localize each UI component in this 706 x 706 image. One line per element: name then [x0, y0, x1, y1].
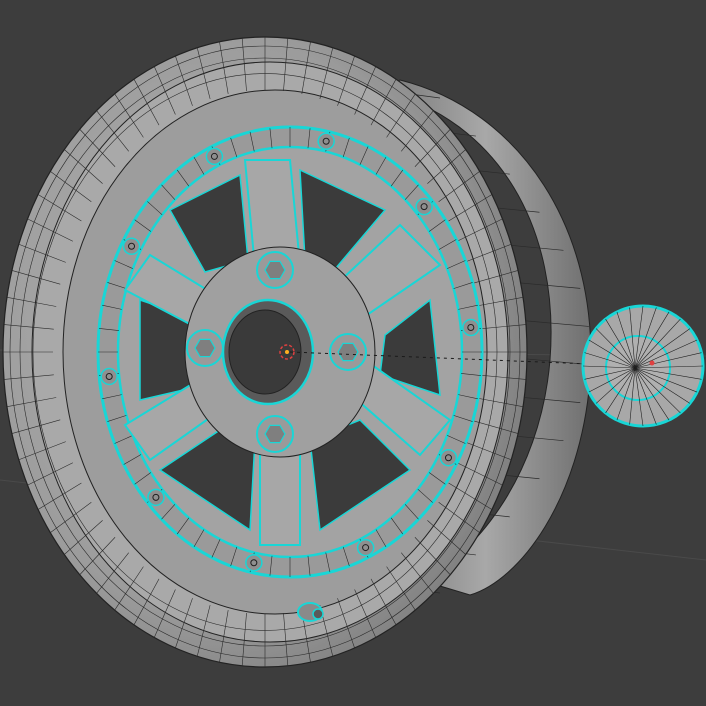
side-disc-object[interactable] [581, 304, 705, 428]
ring-bolt[interactable] [245, 553, 263, 572]
lug-nut[interactable] [256, 251, 294, 289]
lug-nut[interactable] [186, 329, 224, 367]
ring-bolt[interactable] [317, 132, 335, 151]
ring-bolt[interactable] [415, 197, 433, 216]
3d-viewport[interactable] [0, 0, 706, 706]
viewport-canvas[interactable] [0, 0, 706, 706]
lug-nut[interactable] [256, 415, 294, 453]
ring-bolt[interactable] [439, 448, 458, 467]
ring-bolt[interactable] [122, 237, 141, 256]
valve-stem[interactable] [297, 602, 324, 622]
ring-bolt[interactable] [100, 367, 118, 386]
ring-bolt[interactable] [147, 488, 165, 507]
ring-bolt[interactable] [462, 318, 480, 337]
ring-bolt[interactable] [205, 147, 224, 166]
ring-bolt[interactable] [356, 538, 375, 557]
lug-nut[interactable] [329, 333, 367, 371]
